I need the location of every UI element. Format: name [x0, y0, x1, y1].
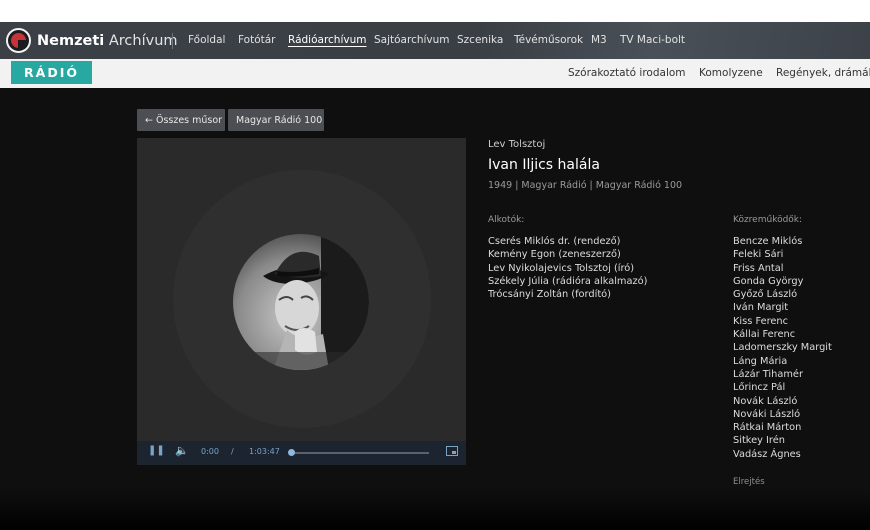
list-item: Friss Antal	[733, 262, 784, 274]
top-navigation-bar: Nemzeti Archívum Főoldal Fotótár Rádióar…	[0, 22, 870, 59]
nav-item-sajtoarchivum[interactable]: Sajtóarchívum	[374, 34, 450, 46]
nav-item-fototar[interactable]: Fotótár	[238, 34, 276, 46]
creators-heading: Alkotók:	[488, 215, 525, 225]
browser-top-strip	[0, 0, 870, 22]
logo-bold: Nemzeti	[37, 32, 105, 49]
contributors-heading: Közreműködők:	[733, 215, 803, 225]
nav-item-radioarchivum[interactable]: Rádióarchívum	[288, 34, 366, 46]
list-item: Kiss Ferenc	[733, 315, 789, 327]
pause-icon[interactable]: ❚❚	[148, 445, 165, 456]
list-item: Lev Nyikolajevics Tolsztoj (író)	[488, 262, 635, 274]
program-cover-image	[233, 234, 369, 370]
current-time: 0:00	[201, 447, 219, 456]
all-programs-label: Összes műsor	[155, 114, 223, 126]
nav-item-tevemusorok[interactable]: Tévéműsorok	[514, 34, 583, 46]
nav-item-fooldal[interactable]: Főoldal	[188, 34, 225, 46]
list-item: Lázár Tihamér	[733, 368, 803, 380]
series-button[interactable]: Magyar Rádió 100	[228, 109, 324, 131]
list-item: Sitkey Irén	[733, 435, 785, 447]
creators-list: Cserés Miklós dr. (rendező) Kemény Egon …	[488, 235, 647, 301]
logo-text: Nemzeti Archívum	[37, 33, 178, 49]
list-item: Vadász Ágnes	[733, 448, 801, 460]
logo-icon	[6, 28, 31, 53]
list-item: Ladomerszky Margit	[733, 342, 832, 354]
nav-item-m3[interactable]: M3	[591, 34, 607, 46]
nav-item-szcenika[interactable]: Szcenika	[457, 34, 503, 46]
list-item: Iván Margit	[733, 302, 789, 314]
list-item: Gonda György	[733, 275, 804, 287]
list-item: Cserés Miklós dr. (rendező)	[488, 236, 621, 247]
audio-player: ❚❚ 🔈 0:00 / 1:03:47	[137, 138, 466, 465]
time-separator: /	[231, 447, 234, 456]
subnav-item-komolyzene[interactable]: Komolyzene	[699, 67, 763, 79]
site-logo[interactable]: Nemzeti Archívum	[6, 27, 178, 54]
list-item: Láng Mária	[733, 355, 788, 367]
radio-section-badge[interactable]: RÁDIÓ	[11, 61, 92, 84]
list-item: Székely Júlia (rádióra alkalmazó)	[488, 275, 648, 287]
subnav-item-regenyek[interactable]: Regények, drámák	[776, 67, 870, 79]
list-item: Bencze Miklós	[733, 236, 803, 247]
program-meta: 1949 | Magyar Rádió | Magyar Rádió 100	[488, 180, 683, 191]
volume-icon[interactable]: 🔈	[175, 444, 189, 457]
nav-divider	[172, 33, 173, 49]
subnav-item-szorakoztato[interactable]: Szórakoztató irodalom	[568, 67, 686, 79]
list-item: Kállai Ferenc	[733, 329, 796, 341]
nav-item-tv-maci-bolt[interactable]: TV Maci-bolt	[620, 34, 685, 46]
player-controls: ❚❚ 🔈 0:00 / 1:03:47	[137, 441, 466, 465]
bottom-shade	[0, 488, 870, 530]
all-programs-button[interactable]: ← Összes műsor	[137, 109, 225, 131]
progress-track[interactable]	[291, 452, 429, 454]
logo-rest: Archívum	[104, 32, 178, 49]
list-item: Nováki László	[733, 408, 801, 420]
pip-icon[interactable]	[446, 446, 458, 458]
contributors-list: Bencze Miklós Feleki Sári Friss Antal Go…	[733, 235, 832, 461]
list-item: Lőrincz Pál	[733, 382, 786, 394]
portrait-illustration	[233, 234, 369, 370]
list-item: Győző László	[733, 289, 798, 301]
progress-handle[interactable]	[288, 449, 295, 456]
list-item: Novák László	[733, 395, 798, 407]
list-item: Kemény Egon (zeneszerző)	[488, 249, 621, 261]
program-title: Ivan Iljics halála	[488, 157, 600, 173]
program-author: Lev Tolsztoj	[488, 139, 546, 150]
sub-navigation-bar: RÁDIÓ Szórakoztató irodalom Komolyzene R…	[0, 59, 870, 88]
list-item: Rátkai Márton	[733, 422, 802, 434]
duration: 1:03:47	[249, 447, 280, 456]
list-item: Feleki Sári	[733, 249, 784, 261]
arrow-left-icon: ←	[145, 114, 153, 126]
hide-contributors-link[interactable]: Elrejtés	[733, 477, 765, 487]
list-item: Trócsányi Zoltán (fordító)	[488, 289, 612, 301]
